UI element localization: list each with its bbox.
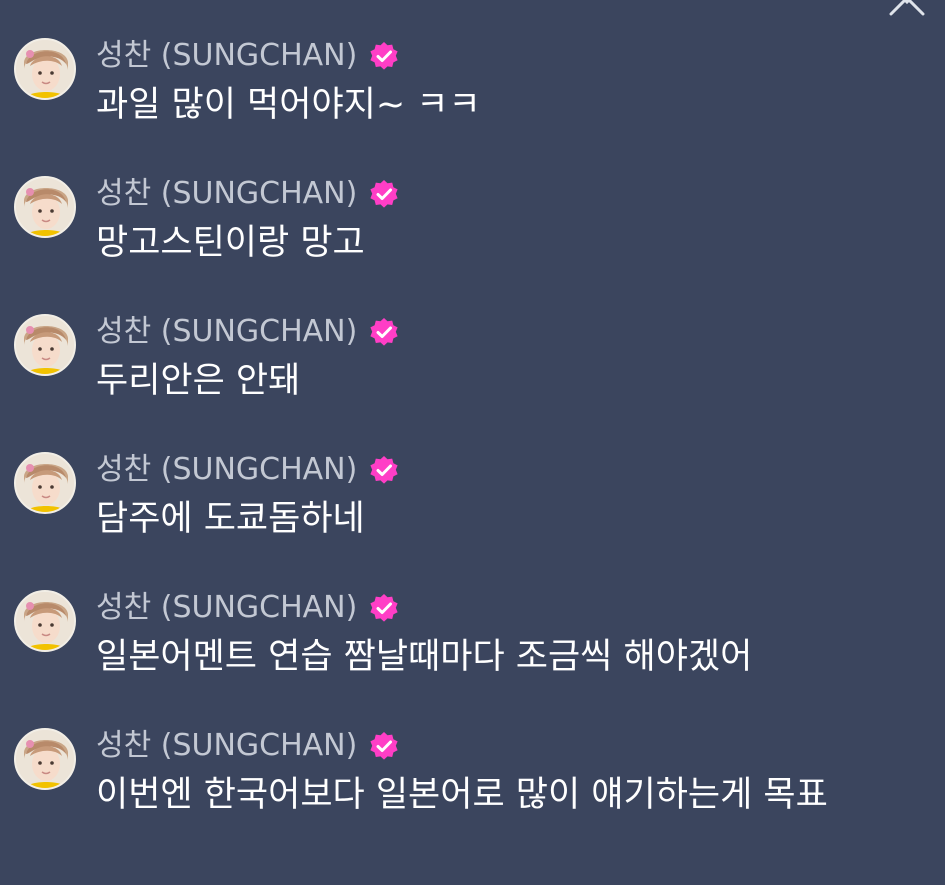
- profile-photo-icon: [16, 592, 74, 650]
- verified-badge-icon: [370, 180, 398, 208]
- message-text: 두리안은 안돼: [96, 361, 301, 401]
- message-text: 이번엔 한국어보다 일본어로 많이 얘기하는게 목표: [96, 775, 828, 815]
- profile-photo-icon: [16, 454, 74, 512]
- profile-photo-icon: [16, 40, 74, 98]
- username[interactable]: 성찬 (SUNGCHAN): [96, 174, 357, 214]
- profile-photo-icon: [16, 730, 74, 788]
- avatar[interactable]: [14, 728, 76, 790]
- verified-badge-icon: [370, 318, 398, 346]
- username[interactable]: 성찬 (SUNGCHAN): [96, 312, 357, 352]
- verified-badge-icon: [370, 732, 398, 760]
- message-text: 망고스틴이랑 망고: [96, 223, 365, 263]
- close-button[interactable]: [887, 0, 927, 16]
- verified-badge-icon: [370, 456, 398, 484]
- close-icon: [889, 0, 925, 16]
- message-text: 일본어멘트 연습 짬날때마다 조금씩 해야겠어: [96, 637, 753, 677]
- chat-message: 성찬 (SUNGCHAN) 일본어멘트 연습 짬날때마다 조금씩 해야겠어: [14, 588, 934, 682]
- username[interactable]: 성찬 (SUNGCHAN): [96, 726, 357, 766]
- avatar[interactable]: [14, 176, 76, 238]
- profile-photo-icon: [16, 316, 74, 374]
- chat-message: 성찬 (SUNGCHAN) 망고스틴이랑 망고: [14, 174, 934, 268]
- verified-badge-icon: [370, 42, 398, 70]
- chat-message: 성찬 (SUNGCHAN) 이번엔 한국어보다 일본어로 많이 얘기하는게 목표: [14, 726, 934, 820]
- profile-photo-icon: [16, 178, 74, 236]
- avatar[interactable]: [14, 452, 76, 514]
- avatar[interactable]: [14, 38, 76, 100]
- avatar[interactable]: [14, 314, 76, 376]
- avatar[interactable]: [14, 590, 76, 652]
- chat-message: 성찬 (SUNGCHAN) 두리안은 안돼: [14, 312, 934, 406]
- message-text: 과일 많이 먹어야지~ ㅋㅋ: [96, 85, 481, 125]
- username[interactable]: 성찬 (SUNGCHAN): [96, 450, 357, 490]
- chat-message: 성찬 (SUNGCHAN) 담주에 도쿄돔하네: [14, 450, 934, 544]
- chat-message-list: 성찬 (SUNGCHAN) 과일 많이 먹어야지~ ㅋㅋ 성찬 (SUNGCHA…: [14, 36, 934, 820]
- message-text: 담주에 도쿄돔하네: [96, 499, 365, 539]
- verified-badge-icon: [370, 594, 398, 622]
- username[interactable]: 성찬 (SUNGCHAN): [96, 36, 357, 76]
- username[interactable]: 성찬 (SUNGCHAN): [96, 588, 357, 628]
- chat-message: 성찬 (SUNGCHAN) 과일 많이 먹어야지~ ㅋㅋ: [14, 36, 934, 130]
